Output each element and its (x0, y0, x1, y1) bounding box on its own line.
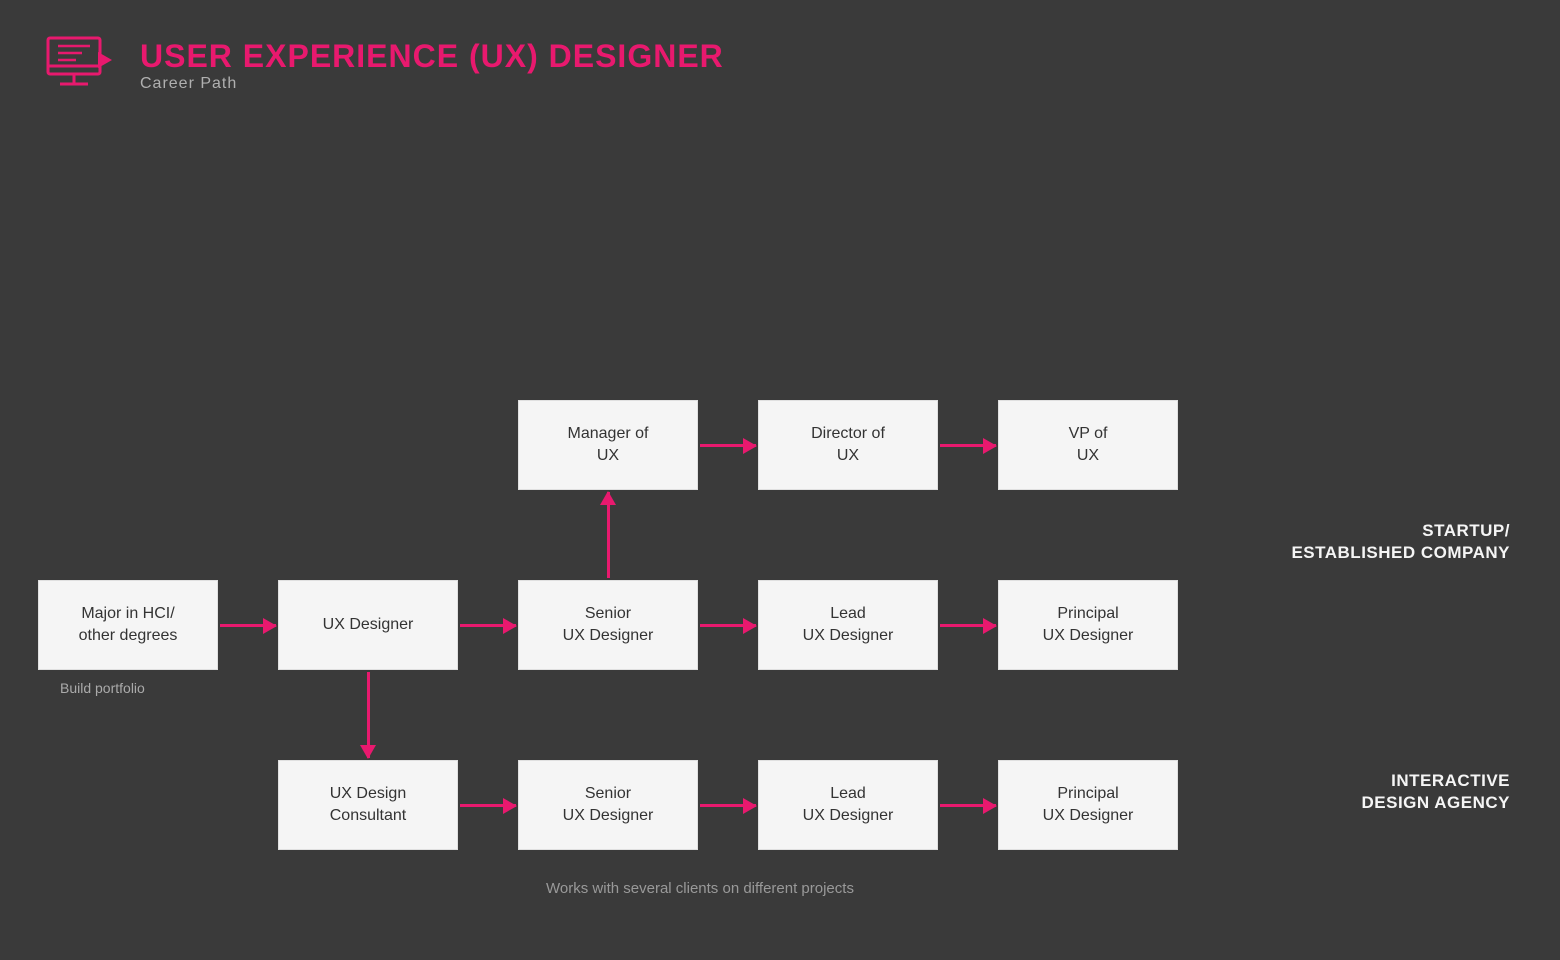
startup-label-text: STARTUP/ESTABLISHED COMPANY (1291, 521, 1510, 562)
box-principal-ux-bottom-label: PrincipalUX Designer (1043, 783, 1134, 828)
arrow-director-to-vp (940, 444, 996, 447)
box-lead-ux-top: LeadUX Designer (758, 580, 938, 670)
box-vp-ux-label: VP ofUX (1069, 423, 1108, 468)
label-agency: INTERACTIVEDESIGN AGENCY (1361, 770, 1510, 814)
box-senior-ux-top: SeniorUX Designer (518, 580, 698, 670)
box-principal-ux-bottom: PrincipalUX Designer (998, 760, 1178, 850)
career-path-diagram: Manager ofUX Director ofUX VP ofUX Major… (0, 180, 1560, 960)
bottom-note: Works with several clients on different … (400, 880, 1000, 897)
box-senior-ux-bottom: SeniorUX Designer (518, 760, 698, 850)
box-director-ux-label: Director ofUX (811, 423, 885, 468)
box-senior-ux-top-label: SeniorUX Designer (563, 603, 654, 648)
arrow-manager-to-director (700, 444, 756, 447)
box-lead-ux-top-label: LeadUX Designer (803, 603, 894, 648)
logo-icon (40, 30, 120, 100)
header-text: USER EXPERIENCE (UX) DESIGNER Career Pat… (140, 38, 724, 93)
arrow-major-to-ux (220, 624, 276, 627)
box-manager-ux-label: Manager ofUX (568, 423, 649, 468)
arrow-ux-to-consultant (367, 672, 370, 758)
page-subtitle: Career Path (140, 75, 724, 93)
box-manager-ux: Manager ofUX (518, 400, 698, 490)
build-portfolio-label: Build portfolio (60, 680, 145, 696)
bottom-note-text: Works with several clients on different … (546, 880, 854, 897)
box-ux-design-consultant-label: UX DesignConsultant (330, 783, 407, 828)
arrow-senior-to-lead-top (700, 624, 756, 627)
box-ux-designer: UX Designer (278, 580, 458, 670)
box-principal-ux-top-label: PrincipalUX Designer (1043, 603, 1134, 648)
arrow-consultant-to-senior-bottom (460, 804, 516, 807)
header: USER EXPERIENCE (UX) DESIGNER Career Pat… (40, 30, 724, 100)
arrow-lead-to-principal-bottom (940, 804, 996, 807)
box-ux-design-consultant: UX DesignConsultant (278, 760, 458, 850)
box-principal-ux-top: PrincipalUX Designer (998, 580, 1178, 670)
arrow-senior-to-manager (607, 492, 610, 578)
agency-label-text: INTERACTIVEDESIGN AGENCY (1361, 771, 1510, 812)
box-lead-ux-bottom-label: LeadUX Designer (803, 783, 894, 828)
arrow-senior-to-lead-bottom (700, 804, 756, 807)
box-major-label: Major in HCI/other degrees (79, 603, 178, 648)
label-startup: STARTUP/ESTABLISHED COMPANY (1291, 520, 1510, 564)
box-senior-ux-bottom-label: SeniorUX Designer (563, 783, 654, 828)
box-ux-designer-label: UX Designer (323, 614, 414, 636)
box-lead-ux-bottom: LeadUX Designer (758, 760, 938, 850)
box-director-ux: Director ofUX (758, 400, 938, 490)
arrow-lead-to-principal-top (940, 624, 996, 627)
build-portfolio-text: Build portfolio (60, 680, 145, 696)
arrow-ux-to-senior-top (460, 624, 516, 627)
page-title: USER EXPERIENCE (UX) DESIGNER (140, 38, 724, 75)
box-vp-ux: VP ofUX (998, 400, 1178, 490)
box-major: Major in HCI/other degrees (38, 580, 218, 670)
